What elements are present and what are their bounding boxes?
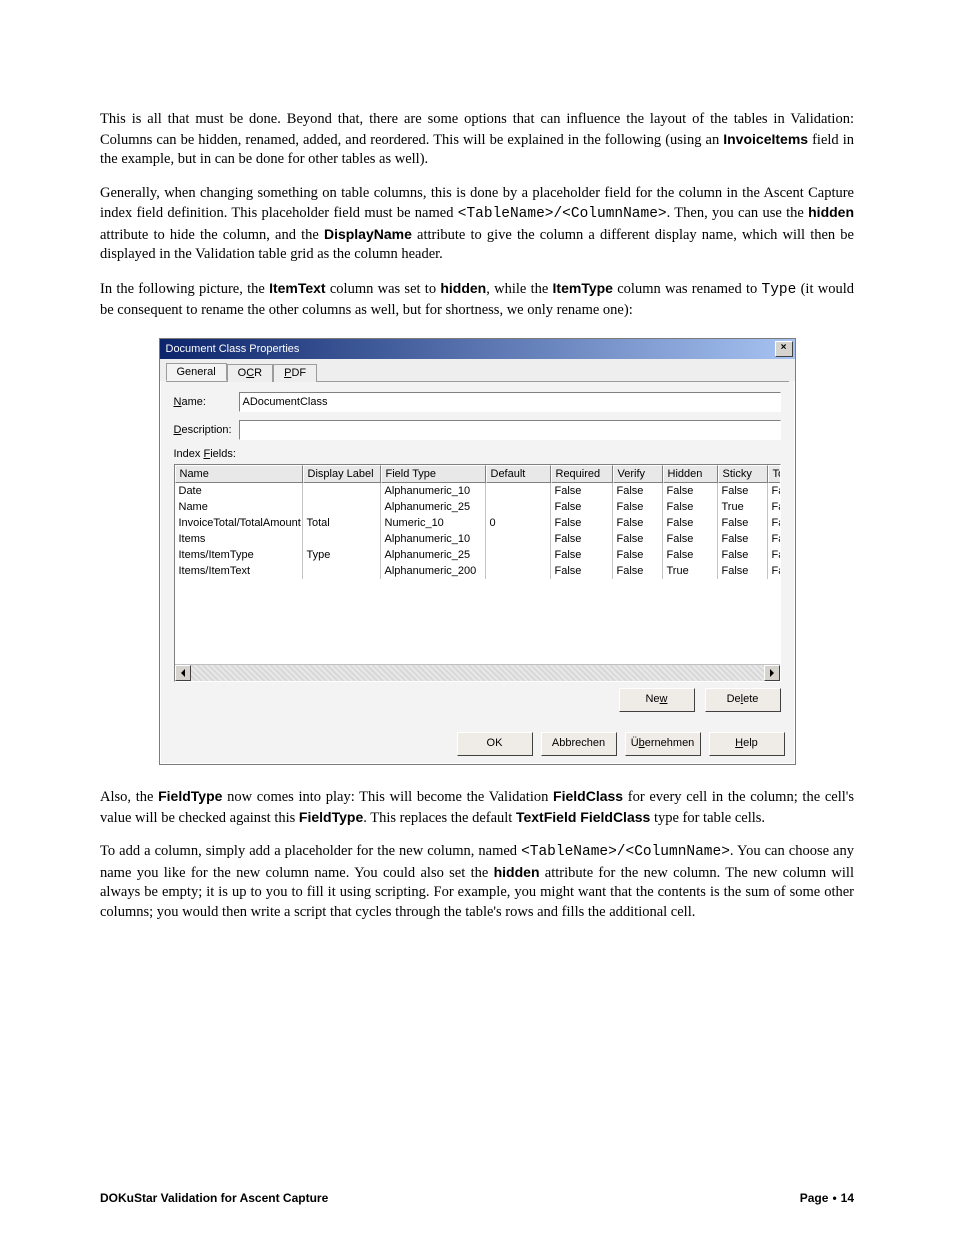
paragraph: Also, the FieldType now comes into play:… — [100, 787, 854, 828]
col-total[interactable]: To — [768, 465, 781, 483]
col-default[interactable]: Default — [486, 465, 551, 483]
arrow-left-icon — [181, 669, 185, 677]
term-fieldclass: FieldClass — [553, 788, 623, 804]
tab-body: Name: ADocumentClass Description: Index … — [166, 381, 789, 720]
text: now comes into play: This will become th… — [222, 789, 553, 805]
code-type: Type — [762, 282, 797, 298]
page-footer: DOKuStar Validation for Ascent Capture P… — [100, 1191, 854, 1205]
name-input[interactable]: ADocumentClass — [239, 392, 781, 412]
tab-general[interactable]: General — [166, 363, 227, 381]
col-verify[interactable]: Verify — [613, 465, 663, 483]
table-row[interactable]: NameAlphanumeric_25FalseFalseFalseTrueFa — [175, 499, 781, 515]
footer-title: DOKuStar Validation for Ascent Capture — [100, 1191, 328, 1205]
footer-page: Page•14 — [800, 1191, 854, 1205]
term-hidden: hidden — [440, 280, 486, 296]
grid-buttons: New Delete — [174, 682, 781, 712]
text: , while the — [486, 281, 552, 297]
page: This is all that must be done. Beyond th… — [0, 0, 954, 1235]
table-row[interactable]: DateAlphanumeric_10FalseFalseFalseFalseF… — [175, 483, 781, 499]
name-label: Name: — [174, 396, 239, 408]
text: column was set to — [326, 281, 441, 297]
ok-button[interactable]: OK — [457, 732, 533, 756]
text: attribute to hide the column, and the — [100, 227, 324, 243]
table-row[interactable]: ItemsAlphanumeric_10FalseFalseFalseFalse… — [175, 531, 781, 547]
table-row[interactable]: Items/ItemTextAlphanumeric_200FalseFalse… — [175, 563, 781, 579]
tab-ocr[interactable]: OCR — [227, 364, 273, 382]
new-button[interactable]: New — [619, 688, 695, 712]
dialog-title: Document Class Properties — [166, 343, 300, 355]
tab-pdf[interactable]: PDF — [273, 364, 317, 382]
term-hidden: hidden — [808, 204, 854, 220]
arrow-right-icon — [770, 669, 774, 677]
cancel-button[interactable]: Abbrechen — [541, 732, 617, 756]
paragraph: In the following picture, the ItemText c… — [100, 279, 854, 320]
help-button[interactable]: Help — [709, 732, 785, 756]
col-hidden[interactable]: Hidden — [663, 465, 718, 483]
term-itemtext: ItemText — [269, 280, 326, 296]
grid-header: Name Display Label Field Type Default Re… — [175, 465, 781, 483]
table-row[interactable]: InvoiceTotal/TotalAmountTotalNumeric_100… — [175, 515, 781, 531]
term-hidden: hidden — [494, 864, 540, 880]
apply-button[interactable]: Übernehmen — [625, 732, 701, 756]
name-row: Name: ADocumentClass — [174, 392, 781, 412]
text: column was renamed to — [613, 281, 762, 297]
index-fields-label: Index Fields: — [174, 448, 781, 460]
text: . This replaces the default — [363, 810, 516, 826]
titlebar[interactable]: Document Class Properties × — [160, 339, 795, 359]
text: To add a column, simply add a placeholde… — [100, 843, 521, 859]
term-itemtype: ItemType — [553, 280, 613, 296]
term-displayname: DisplayName — [324, 226, 412, 242]
close-button[interactable]: × — [775, 341, 793, 357]
col-sticky[interactable]: Sticky — [718, 465, 768, 483]
index-fields-grid[interactable]: Name Display Label Field Type Default Re… — [174, 464, 781, 682]
code-placeholder: <TableName>/<ColumnName> — [521, 844, 730, 860]
col-name[interactable]: Name — [175, 465, 303, 483]
bullet-icon: • — [828, 1191, 840, 1205]
dialog-buttons: OK Abbrechen Übernehmen Help — [160, 726, 795, 764]
col-field-type[interactable]: Field Type — [381, 465, 486, 483]
tabs: General OCR PDF — [160, 359, 795, 381]
text: Also, the — [100, 789, 158, 805]
scroll-right-button[interactable] — [764, 665, 780, 681]
description-row: Description: — [174, 420, 781, 440]
code-placeholder: <TableName>/<ColumnName> — [458, 206, 667, 222]
dialog-document-class-properties: Document Class Properties × General OCR … — [159, 338, 796, 765]
term-textfield-fieldclass: TextField FieldClass — [516, 809, 650, 825]
paragraph: To add a column, simply add a placeholde… — [100, 842, 854, 922]
col-required[interactable]: Required — [551, 465, 613, 483]
term-fieldtype: FieldType — [299, 809, 363, 825]
term-invoiceitems: InvoiceItems — [723, 131, 808, 147]
text: . Then, you can use the — [667, 205, 809, 221]
paragraph: Generally, when changing something on ta… — [100, 184, 854, 265]
description-input[interactable] — [239, 420, 781, 440]
text: In the following picture, the — [100, 281, 269, 297]
col-display-label[interactable]: Display Label — [303, 465, 381, 483]
paragraph: This is all that must be done. Beyond th… — [100, 110, 854, 170]
text: type for table cells. — [650, 810, 765, 826]
term-fieldtype: FieldType — [158, 788, 222, 804]
table-row[interactable]: Items/ItemTypeTypeAlphanumeric_25FalseFa… — [175, 547, 781, 563]
description-label: Description: — [174, 424, 239, 436]
delete-button[interactable]: Delete — [705, 688, 781, 712]
scroll-left-button[interactable] — [175, 665, 191, 681]
horizontal-scrollbar[interactable] — [175, 664, 780, 681]
